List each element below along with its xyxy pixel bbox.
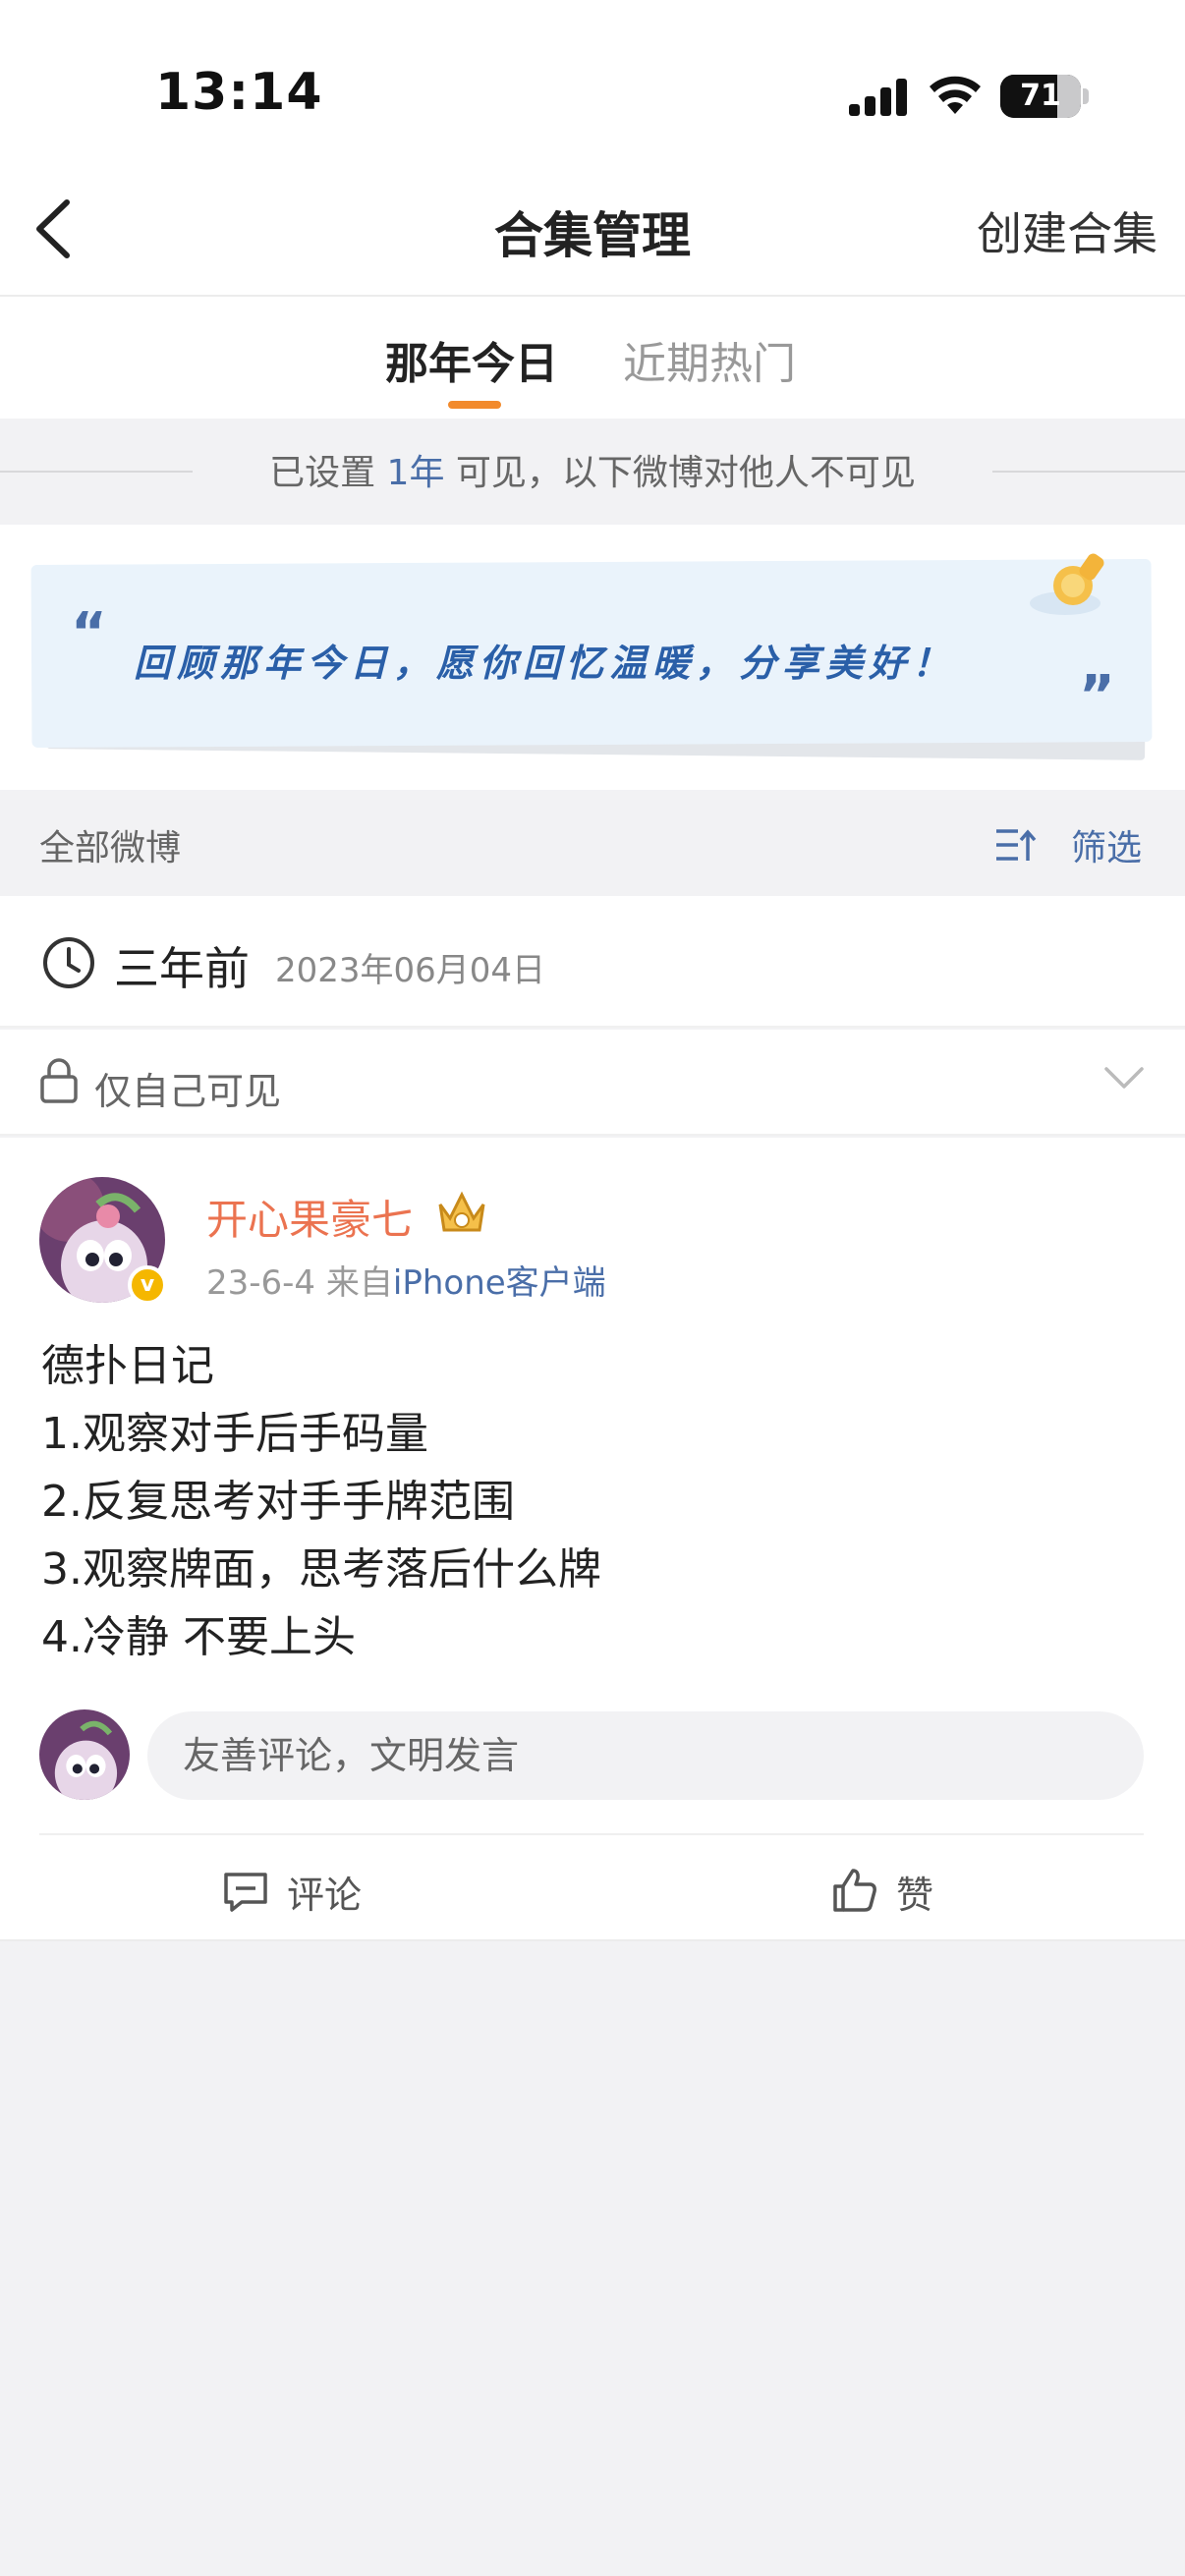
filter-button[interactable]: 筛选 (1071, 819, 1142, 870)
pushpin-icon (1030, 553, 1104, 615)
notice-suffix: 可见，以下微博对他人不可见 (444, 453, 916, 493)
tab-recent-hot[interactable]: 近期热门 (623, 328, 796, 391)
comment-input[interactable]: 友善评论，文明发言 (147, 1711, 1144, 1800)
banner-slogan: 回顾那年今日，愿你回忆温暖，分享美好！ (134, 642, 956, 685)
group-date: 2023年06月04日 (275, 951, 546, 990)
comment-label: 评论 (287, 1874, 363, 1917)
all-weibo-label: 全部微博 (39, 828, 182, 868)
privacy-label: 仅自己可见 (94, 1070, 282, 1113)
status-time: 13:14 (155, 63, 323, 122)
chevron-down-icon[interactable] (1102, 1063, 1146, 1092)
author-name[interactable]: 开心果豪七 (206, 1187, 413, 1247)
post-meta: 23-6-4 来自iPhone客户端 (206, 1256, 606, 1304)
notice-period[interactable]: 1年 (387, 453, 445, 493)
battery-icon: 71 (1000, 75, 1081, 118)
like-label: 赞 (896, 1874, 934, 1917)
active-tab-indicator (448, 401, 501, 409)
lock-icon (40, 1058, 78, 1103)
post-line: 3.观察牌面，思考落后什么牌 (41, 1544, 601, 1595)
verified-badge: v (128, 1265, 167, 1305)
comment-icon (224, 1873, 267, 1912)
wifi-icon (930, 76, 981, 114)
battery-percent: 71 (1020, 79, 1061, 113)
post-divider (39, 1833, 1144, 1835)
open-quote: “ (71, 601, 107, 665)
post-line: 德扑日记 (41, 1341, 214, 1391)
crown-icon (438, 1191, 485, 1232)
signal-icon (849, 79, 907, 116)
battery-cap (1083, 88, 1089, 104)
years-ago-label: 三年前 (114, 942, 250, 995)
post-line: 1.观察对手后手码量 (41, 1409, 428, 1459)
clock-icon (43, 937, 94, 988)
tab-bar (0, 297, 1185, 419)
commenter-avatar (39, 1709, 130, 1800)
visibility-notice-text: 已设置 1年 可见，以下微博对他人不可见 (0, 444, 1185, 495)
filter-icon[interactable] (994, 827, 1038, 865)
post-time: 23-6-4 (206, 1263, 316, 1303)
create-collection-button[interactable]: 创建合集 (977, 198, 1157, 263)
post-from: 来自 (325, 1263, 393, 1303)
notice-prefix: 已设置 (269, 453, 387, 493)
close-quote: ” (1079, 664, 1115, 728)
thumbs-up-icon (833, 1869, 876, 1912)
post-line: 4.冷静 不要上头 (41, 1612, 356, 1662)
post-source[interactable]: iPhone客户端 (393, 1263, 606, 1303)
like-button[interactable]: 赞 (831, 1863, 1028, 1918)
post-content: 德扑日记 1.观察对手后手码量 2.反复思考对手手牌范围 3.观察牌面，思考落后… (41, 1332, 1142, 1671)
comment-button[interactable]: 评论 (222, 1863, 419, 1918)
tab-on-this-day[interactable]: 那年今日 (385, 328, 558, 391)
post-line: 2.反复思考对手手牌范围 (41, 1477, 515, 1527)
